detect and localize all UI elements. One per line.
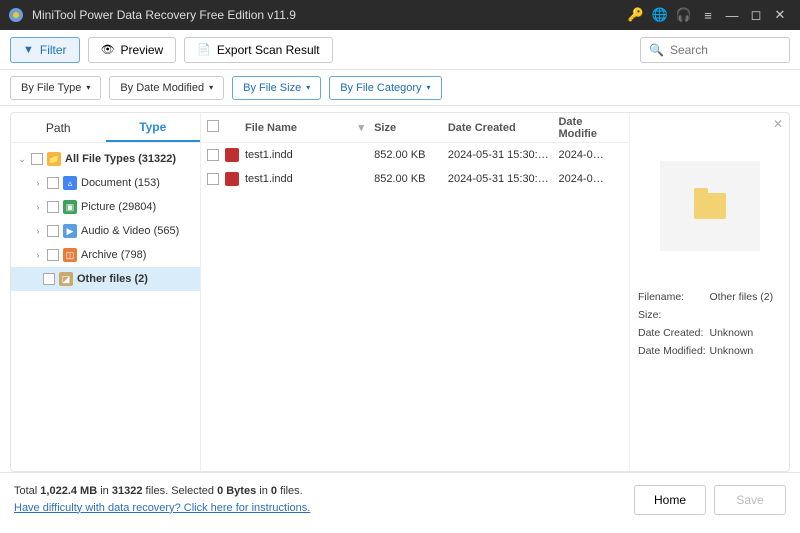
picture-icon: ▣ [63, 200, 77, 214]
expand-icon[interactable]: › [33, 178, 43, 188]
toolbar: ▼ Filter 👁 Preview 📄 Export Scan Result 🔍 [0, 30, 800, 70]
col-name[interactable]: File Name▾ [245, 121, 374, 134]
chevron-down-icon: ▾ [86, 83, 90, 92]
totals-text: Total 1,022.4 MB in 31322 files. Selecte… [14, 483, 310, 500]
search-input[interactable] [670, 43, 781, 57]
chevron-down-icon: ▾ [209, 83, 213, 92]
tab-type[interactable]: Type [106, 113, 201, 142]
export-icon: 📄 [197, 43, 211, 56]
preview-label: Preview [121, 43, 164, 57]
preview-panel: ✕ Filename: Other files (2) Size: Date C… [629, 113, 789, 471]
other-icon: ◪ [59, 272, 73, 286]
media-icon: ▶ [63, 224, 77, 238]
filter-label: Filter [40, 43, 67, 57]
export-label: Export Scan Result [217, 43, 320, 57]
checkbox[interactable] [43, 273, 55, 285]
select-all-checkbox[interactable] [207, 120, 219, 132]
export-button[interactable]: 📄 Export Scan Result [184, 37, 332, 63]
minimize-icon[interactable]: — [720, 8, 744, 23]
preview-thumbnail [660, 161, 760, 251]
meta-created-val: Unknown [710, 327, 782, 339]
sort-icon: ▾ [359, 121, 375, 134]
tree-item-audiovideo[interactable]: › ▶ Audio & Video (565) [11, 219, 200, 243]
key-icon[interactable]: 🔑 [624, 7, 648, 23]
checkbox[interactable] [47, 177, 59, 189]
col-created[interactable]: Date Created [448, 122, 559, 134]
app-logo-icon [8, 7, 24, 23]
checkbox[interactable] [207, 173, 219, 185]
filter-button[interactable]: ▼ Filter [10, 37, 80, 63]
filter-row: By File Type▾ By Date Modified▾ By File … [0, 70, 800, 106]
col-size[interactable]: Size [374, 122, 448, 134]
chevron-down-icon: ▾ [427, 83, 431, 92]
checkbox[interactable] [47, 225, 59, 237]
file-list: File Name▾ Size Date Created Date Modifi… [201, 113, 629, 471]
menu-icon[interactable]: ≡ [696, 8, 720, 23]
tab-path[interactable]: Path [11, 113, 106, 142]
col-modified[interactable]: Date Modifie [558, 116, 623, 140]
preview-button[interactable]: 👁 Preview [88, 37, 177, 63]
funnel-icon: ▼ [23, 44, 34, 56]
home-button[interactable]: Home [634, 485, 706, 515]
expand-icon[interactable]: › [33, 202, 43, 212]
tree-root[interactable]: ⌄ 📁 All File Types (31322) [11, 147, 200, 171]
meta-modified-val: Unknown [710, 345, 782, 357]
tree-root-label: All File Types (31322) [65, 153, 176, 165]
document-icon: ▵ [63, 176, 77, 190]
collapse-icon[interactable]: ⌄ [17, 154, 27, 165]
filter-by-type[interactable]: By File Type▾ [10, 76, 101, 100]
close-icon[interactable]: ✕ [768, 7, 792, 23]
meta-size-val [710, 309, 782, 321]
app-title: MiniTool Power Data Recovery Free Editio… [32, 8, 296, 22]
headset-icon[interactable]: 🎧 [672, 7, 696, 23]
folder-icon [694, 193, 726, 219]
folder-icon: 📁 [47, 152, 61, 166]
globe-icon[interactable]: 🌐 [648, 7, 672, 23]
tree-panel: Path Type ⌄ 📁 All File Types (31322) › ▵… [11, 113, 201, 471]
maximize-icon[interactable]: ◻ [744, 7, 768, 23]
checkbox[interactable] [47, 249, 59, 261]
file-row[interactable]: test1.indd 852.00 KB 2024-05-31 15:30:… … [201, 143, 629, 167]
checkbox[interactable] [207, 149, 219, 161]
close-preview-icon[interactable]: ✕ [773, 117, 783, 131]
file-row[interactable]: test1.indd 852.00 KB 2024-05-31 15:30:… … [201, 167, 629, 191]
expand-icon[interactable]: › [33, 226, 43, 236]
eye-icon: 👁 [101, 43, 115, 56]
file-list-header: File Name▾ Size Date Created Date Modifi… [201, 113, 629, 143]
title-bar: MiniTool Power Data Recovery Free Editio… [0, 0, 800, 30]
expand-icon[interactable]: › [33, 250, 43, 260]
filter-by-size[interactable]: By File Size▾ [232, 76, 321, 100]
file-icon [225, 148, 239, 162]
filter-by-category[interactable]: By File Category▾ [329, 76, 441, 100]
tree-item-picture[interactable]: › ▣ Picture (29804) [11, 195, 200, 219]
meta-filename-val: Other files (2) [710, 291, 782, 303]
tree-item-other[interactable]: ◪ Other files (2) [11, 267, 200, 291]
meta-size-key: Size: [638, 309, 710, 321]
search-icon: 🔍 [649, 43, 664, 57]
tree-item-document[interactable]: › ▵ Document (153) [11, 171, 200, 195]
help-link[interactable]: Have difficulty with data recovery? Clic… [14, 502, 310, 514]
meta-created-key: Date Created: [638, 327, 710, 339]
archive-icon: ◫ [63, 248, 77, 262]
status-bar: Total 1,022.4 MB in 31322 files. Selecte… [0, 472, 800, 526]
meta-filename-key: Filename: [638, 291, 710, 303]
checkbox[interactable] [31, 153, 43, 165]
meta-modified-key: Date Modified: [638, 345, 710, 357]
search-box[interactable]: 🔍 [640, 37, 790, 63]
checkbox[interactable] [47, 201, 59, 213]
file-icon [225, 172, 239, 186]
filter-by-date[interactable]: By Date Modified▾ [109, 76, 224, 100]
save-button[interactable]: Save [714, 485, 786, 515]
chevron-down-icon: ▾ [306, 83, 310, 92]
tree-item-archive[interactable]: › ◫ Archive (798) [11, 243, 200, 267]
